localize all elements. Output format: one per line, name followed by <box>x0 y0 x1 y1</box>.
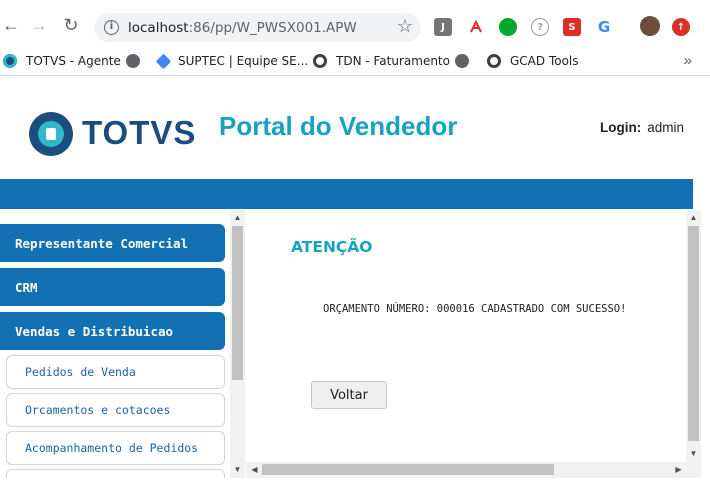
pdf-extension-icon[interactable] <box>467 18 485 36</box>
attention-heading: ATENÇÃO <box>291 238 373 256</box>
horizontal-scrollbar-thumb[interactable] <box>262 464 554 475</box>
update-icon[interactable]: ↑ <box>672 18 690 36</box>
scroll-down-icon[interactable]: ▼ <box>230 465 245 475</box>
totvs-logo-icon <box>29 112 73 156</box>
url-text[interactable]: localhost:86/pp/W_PWSX001.APW <box>128 20 357 36</box>
menu-scrollbar-thumb[interactable] <box>232 226 243 380</box>
bookmark-gcad-tools[interactable]: GCAD Tools <box>487 52 579 70</box>
success-message: ORÇAMENTO NÚMERO: 000016 CADASTRADO COM … <box>323 303 627 315</box>
google-extension-icon[interactable]: G <box>595 18 613 36</box>
tdn-icon <box>313 54 327 68</box>
gcad-icon <box>487 54 501 68</box>
page-title: Portal do Vendedor <box>219 111 458 141</box>
help-extension-icon[interactable]: ? <box>531 18 549 36</box>
j-extension-icon[interactable]: J <box>434 18 452 36</box>
forward-icon[interactable]: → <box>28 14 50 36</box>
menu-acompanhamento-pedidos[interactable]: Acompanhamento de Pedidos <box>6 431 225 465</box>
bookmark-suptec-label[interactable]: SUPTEC | Equipe SE... <box>155 52 308 70</box>
bookmark-totvs-agente[interactable]: TOTVS - Agente <box>3 52 121 70</box>
globe-icon <box>126 54 140 68</box>
scroll-down-icon[interactable]: ▼ <box>686 449 701 459</box>
side-menu: Representante Comercial CRM Vendas e Dis… <box>0 210 245 478</box>
content-horizontal-scrollbar[interactable]: ◀ ▶ <box>246 462 701 478</box>
globe-icon <box>455 54 469 68</box>
login-info: Login: admin <box>600 120 684 135</box>
totvs-icon <box>3 54 17 68</box>
bookmark-globe[interactable] <box>455 52 478 70</box>
content-vertical-scrollbar[interactable]: ▲ ▼ <box>686 210 701 462</box>
back-button[interactable]: Voltar <box>311 381 387 409</box>
menu-next-item[interactable] <box>6 469 225 478</box>
scroll-up-icon[interactable]: ▲ <box>230 213 245 223</box>
back-icon[interactable]: ← <box>0 14 22 36</box>
browser-toolbar: ← → ↻ i localhost:86/pp/W_PWSX001.APW ☆ … <box>0 0 710 46</box>
bookmarks-bar: TOTVS - Agente SUPTEC | Equipe SE... TDN… <box>0 46 710 76</box>
menu-crm[interactable]: CRM <box>0 268 225 306</box>
menu-representante-comercial[interactable]: Representante Comercial <box>0 224 225 262</box>
content-scrollbar-thumb[interactable] <box>688 226 699 441</box>
menu-orcamentos-cotacoes[interactable]: Orcamentos e cotacoes <box>6 393 225 427</box>
login-label: Login: <box>600 120 642 135</box>
scroll-left-icon[interactable]: ◀ <box>247 465 262 475</box>
evernote-extension-icon[interactable] <box>499 18 517 36</box>
bookmarks-overflow-icon[interactable]: » <box>684 52 692 69</box>
scroll-up-icon[interactable]: ▲ <box>686 213 701 223</box>
diamond-icon <box>155 53 172 69</box>
profile-avatar[interactable] <box>640 16 660 36</box>
scroll-right-icon[interactable]: ▶ <box>671 465 686 475</box>
menu-scrollbar[interactable]: ▲ ▼ <box>230 210 245 478</box>
menu-pedidos-de-venda[interactable]: Pedidos de Venda <box>6 355 225 389</box>
s-extension-icon[interactable]: S <box>563 18 581 36</box>
reload-icon[interactable]: ↻ <box>60 14 82 36</box>
site-info-icon[interactable]: i <box>104 20 119 35</box>
totvs-logo-text: TOTVS <box>82 114 197 151</box>
login-user: admin <box>647 120 685 135</box>
bookmark-star-icon[interactable]: ☆ <box>397 16 413 37</box>
header-bar <box>0 179 693 209</box>
menu-vendas-distribuicao[interactable]: Vendas e Distribuicao <box>0 312 225 350</box>
address-bar[interactable]: i localhost:86/pp/W_PWSX001.APW ☆ <box>94 13 421 42</box>
bookmark-tdn-faturamento[interactable]: TDN - Faturamento <box>313 52 450 70</box>
bookmark-suptec[interactable] <box>126 52 149 70</box>
